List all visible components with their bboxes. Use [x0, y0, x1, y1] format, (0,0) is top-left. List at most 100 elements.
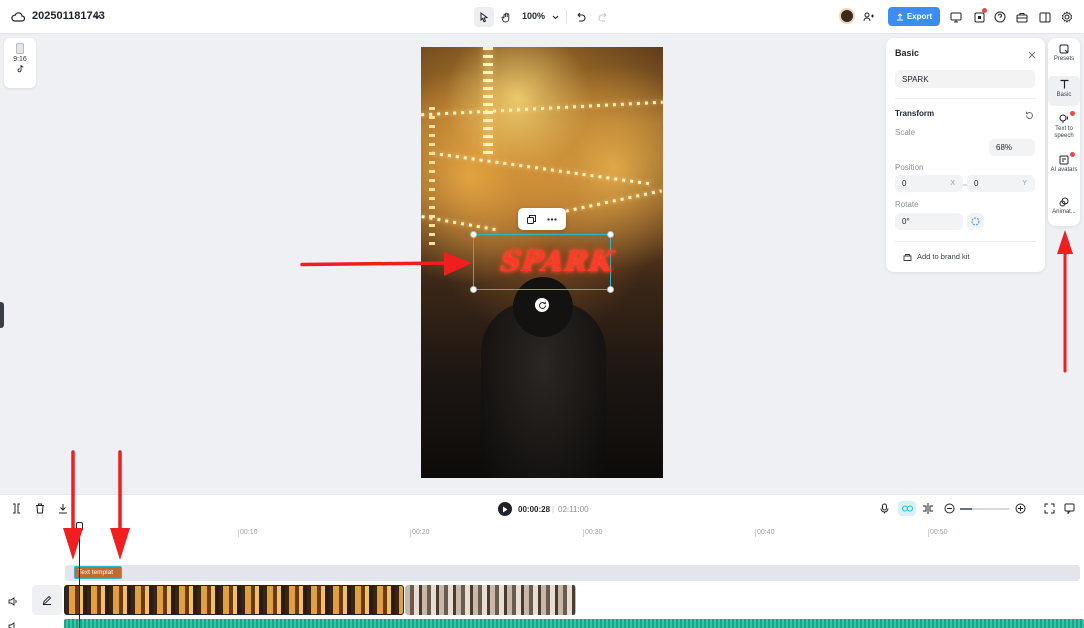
text-content-input[interactable]: SPARK — [895, 70, 1035, 88]
play-button[interactable] — [498, 502, 512, 516]
rail-label: Animat... — [1052, 209, 1076, 215]
position-y-suffix: Y — [1022, 180, 1027, 187]
undo-icon[interactable] — [570, 7, 590, 27]
audio-waveform-track[interactable] — [64, 619, 1084, 628]
ruler-tick — [928, 529, 929, 537]
feedback-icon[interactable] — [1064, 503, 1075, 517]
resize-handle[interactable] — [470, 286, 477, 293]
cloud-icon[interactable] — [8, 7, 28, 27]
rotate-value-input[interactable]: 0° — [895, 213, 963, 230]
zoom-chevron-icon[interactable] — [545, 7, 565, 27]
resize-handle[interactable] — [607, 231, 614, 238]
rail-item-presets[interactable]: Presets — [1048, 44, 1080, 72]
toolbar-divider — [566, 10, 567, 24]
briefcase-icon[interactable] — [1012, 7, 1032, 27]
speech-icon — [1059, 114, 1068, 123]
reset-transform-icon[interactable] — [1025, 109, 1034, 123]
position-y-input[interactable]: 0 Y — [967, 175, 1035, 192]
rail-item-basic[interactable]: Basic — [1048, 76, 1080, 106]
volume-icon[interactable] — [8, 595, 18, 609]
annotation-arrow-down — [110, 450, 130, 560]
layout-panel-icon[interactable] — [1035, 7, 1055, 27]
timeline-controls: 00:00:28 | 02:11:00 — [0, 495, 1084, 523]
timeline-zoom-slider[interactable] — [960, 508, 1010, 510]
position-x-input[interactable]: 0 X — [895, 175, 963, 192]
link-icon — [901, 505, 913, 512]
rotate-handle-icon[interactable] — [535, 298, 549, 312]
animation-icon — [1059, 197, 1069, 207]
total-time: 02:11:00 — [558, 505, 589, 514]
rail-item-animation[interactable]: Animat... — [1048, 197, 1080, 221]
export-button[interactable]: Export — [888, 7, 940, 26]
current-time: 00:00:28 — [518, 505, 551, 514]
redo-icon[interactable] — [593, 7, 613, 27]
rotate-dial-button[interactable] — [967, 213, 984, 230]
position-x-value: 0 — [902, 179, 907, 188]
add-to-brand-kit-button[interactable]: Add to brand kit — [903, 252, 970, 261]
scale-label: Scale — [895, 128, 916, 137]
magnet-snap-toggle[interactable] — [898, 501, 916, 516]
canvas-ratio-card[interactable]: 9:16 — [4, 38, 36, 88]
ruler-tick — [755, 529, 756, 537]
zoom-level[interactable]: 100% — [522, 11, 545, 21]
brand-kit-label: Add to brand kit — [917, 252, 970, 261]
position-x-suffix: X — [950, 180, 955, 187]
play-icon — [503, 506, 508, 512]
fullscreen-icon[interactable] — [1044, 503, 1055, 517]
zoom-out-icon[interactable] — [944, 503, 955, 517]
avatar-icon — [1059, 155, 1069, 165]
resize-handle[interactable] — [470, 231, 477, 238]
microphone-icon[interactable] — [880, 503, 889, 517]
more-options-icon[interactable] — [547, 217, 557, 221]
text-template-clip[interactable]: Text templat — [74, 566, 122, 579]
select-tool-button[interactable] — [474, 7, 494, 27]
lights-decoration — [431, 151, 651, 186]
delete-icon[interactable] — [35, 503, 45, 517]
resize-handle[interactable] — [607, 286, 614, 293]
notification-badge — [982, 8, 987, 13]
audio-volume-icon[interactable] — [8, 620, 18, 628]
edit-cover-button[interactable] — [32, 585, 62, 615]
help-icon[interactable] — [990, 7, 1010, 27]
new-badge — [1070, 111, 1075, 116]
ruler-label: 00:20 — [412, 529, 430, 536]
time-separator: | — [552, 505, 555, 514]
panel-title: Basic — [895, 48, 920, 58]
settings-gear-icon[interactable] — [1057, 7, 1077, 27]
close-icon[interactable] — [1028, 48, 1036, 62]
rail-item-text-to-speech[interactable]: Text to speech — [1048, 114, 1080, 144]
left-edge-handle[interactable] — [0, 302, 4, 328]
ruler-tick — [410, 529, 411, 537]
duplicate-icon[interactable] — [527, 214, 537, 224]
chevron-down-icon[interactable] — [87, 7, 107, 27]
ruler-label: 00:50 — [930, 529, 948, 536]
zoom-in-icon[interactable] — [1015, 503, 1026, 517]
split-clip-icon[interactable] — [922, 503, 934, 517]
ruler-label: 00:40 — [757, 529, 775, 536]
timeline-zoom-fill — [960, 508, 972, 510]
annotation-arrow-down — [63, 450, 83, 560]
portrait-ratio-icon — [16, 43, 24, 54]
export-label: Export — [906, 12, 933, 21]
user-avatar[interactable] — [839, 8, 855, 24]
ruler-tick — [583, 529, 584, 537]
video-clip-crowd[interactable] — [405, 585, 576, 615]
rail-label: Presets — [1053, 56, 1075, 62]
video-clip-carousel[interactable] — [64, 585, 404, 615]
pencil-icon — [42, 595, 52, 605]
panel-divider — [895, 241, 1036, 242]
rail-item-ai-avatars[interactable]: AI avatars — [1048, 155, 1080, 187]
text-t-icon — [1060, 79, 1068, 89]
annotation-arrow-right — [300, 252, 472, 276]
position-label: Position — [895, 163, 924, 172]
present-icon[interactable] — [946, 7, 966, 27]
text-track[interactable] — [65, 565, 1080, 581]
annotation-arrow-up — [1057, 230, 1073, 373]
hand-tool-button[interactable] — [496, 7, 516, 27]
split-icon[interactable] — [11, 503, 22, 517]
scale-value-input[interactable]: 68% — [989, 139, 1035, 156]
add-collaborator-icon[interactable] — [858, 7, 878, 27]
lights-column — [483, 47, 493, 157]
spark-text-overlay[interactable]: SPARK — [499, 245, 617, 278]
lights-column — [429, 107, 435, 247]
